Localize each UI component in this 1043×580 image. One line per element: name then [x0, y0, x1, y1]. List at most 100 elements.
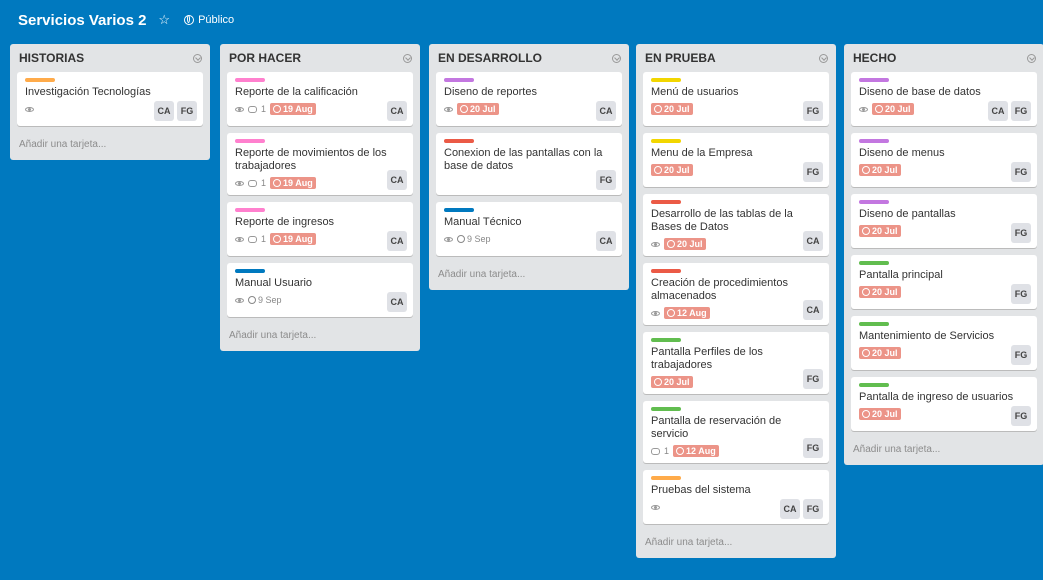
due-date-badge[interactable]: 20 Jul: [859, 286, 901, 298]
due-date-badge[interactable]: 20 Jul: [651, 164, 693, 176]
card[interactable]: Pantalla de ingreso de usuarios 20 Jul FG: [851, 377, 1037, 431]
card[interactable]: Pantalla de reservación de servicio 1 12 A…: [643, 401, 829, 463]
card[interactable]: Reporte de ingresos 1 19 Aug CA: [227, 202, 413, 256]
due-date-badge[interactable]: 12 Aug: [673, 445, 719, 457]
add-card-button[interactable]: Añadir una tarjeta...: [17, 133, 203, 154]
eye-icon: [651, 241, 660, 247]
eye-icon: [444, 236, 453, 242]
due-date-badge[interactable]: 20 Jul: [457, 103, 499, 115]
due-date-badge[interactable]: 20 Jul: [651, 376, 693, 388]
avatar[interactable]: CA: [780, 499, 800, 519]
card-badges: 20 Jul: [651, 375, 821, 389]
pink-label: [235, 139, 265, 143]
list-menu-icon[interactable]: [819, 53, 828, 63]
list-title[interactable]: POR HACER: [227, 51, 301, 65]
avatar[interactable]: FG: [1011, 162, 1031, 182]
avatar[interactable]: CA: [387, 170, 407, 190]
avatar[interactable]: FG: [1011, 345, 1031, 365]
add-card-button[interactable]: Añadir una tarjeta...: [643, 531, 829, 552]
avatar[interactable]: FG: [1011, 284, 1031, 304]
card[interactable]: Diseno de reportes 20 Jul CA: [436, 72, 622, 126]
due-date-badge[interactable]: 20 Jul: [872, 103, 914, 115]
list-menu-icon[interactable]: [1027, 53, 1036, 63]
list-menu-icon[interactable]: [193, 53, 202, 63]
add-card-button[interactable]: Añadir una tarjeta...: [227, 324, 413, 345]
purple-label: [444, 78, 474, 82]
avatar[interactable]: CA: [596, 231, 616, 251]
card-members: FG: [1011, 284, 1031, 304]
avatar[interactable]: FG: [1011, 406, 1031, 426]
avatar[interactable]: FG: [177, 101, 197, 121]
avatar[interactable]: FG: [803, 162, 823, 182]
list-title[interactable]: HISTORIAS: [17, 51, 84, 65]
add-card-button[interactable]: Añadir una tarjeta...: [851, 438, 1037, 459]
card-title: Manual Usuario: [235, 277, 313, 289]
card[interactable]: Investigación Tecnologías CA FG: [17, 72, 203, 126]
avatar[interactable]: CA: [387, 231, 407, 251]
avatar[interactable]: CA: [387, 292, 407, 312]
avatar[interactable]: CA: [387, 101, 407, 121]
due-date-badge[interactable]: 19 Aug: [270, 177, 316, 189]
list-title[interactable]: EN DESARROLLO: [436, 51, 542, 65]
card[interactable]: Creación de procedimientos almacenados 12…: [643, 263, 829, 325]
due-date-badge[interactable]: 20 Jul: [664, 238, 706, 250]
avatar[interactable]: FG: [803, 101, 823, 121]
avatar[interactable]: FG: [803, 499, 823, 519]
clock-icon: [654, 105, 662, 113]
card[interactable]: Pruebas del sistema CA FG: [643, 470, 829, 524]
board-title[interactable]: Servicios Varios 2: [18, 12, 146, 29]
card[interactable]: Pantalla Perfiles de los trabajadores 20 …: [643, 332, 829, 394]
due-date-text: 20 Jul: [664, 165, 690, 175]
avatar[interactable]: FG: [803, 369, 823, 389]
purple-label: [859, 78, 889, 82]
card-title: Conexion de las pantallas con la base de…: [444, 147, 603, 172]
avatar[interactable]: FG: [1011, 223, 1031, 243]
comment-icon: [248, 179, 257, 187]
card[interactable]: Diseno de pantallas 20 Jul FG: [851, 194, 1037, 248]
due-date-badge[interactable]: 20 Jul: [859, 347, 901, 359]
due-date-badge[interactable]: 12 Aug: [664, 307, 710, 319]
card[interactable]: Pantalla principal 20 Jul FG: [851, 255, 1037, 309]
avatar[interactable]: CA: [154, 101, 174, 121]
add-card-button[interactable]: Añadir una tarjeta...: [436, 263, 622, 284]
card[interactable]: Reporte de la calificación 1 19 Aug CA: [227, 72, 413, 126]
card[interactable]: Manual Usuario 9 Sep CA: [227, 263, 413, 317]
card[interactable]: Diseno de base de datos 20 Jul CA FG: [851, 72, 1037, 126]
due-date-text: 19 Aug: [283, 178, 313, 188]
avatar[interactable]: CA: [596, 101, 616, 121]
eye-icon: [25, 106, 34, 112]
clock-icon: [654, 378, 662, 386]
card-title: Pruebas del sistema: [651, 484, 751, 496]
list-menu-icon[interactable]: [612, 53, 621, 63]
card[interactable]: Menu de la Empresa 20 Jul FG: [643, 133, 829, 187]
avatar[interactable]: CA: [803, 231, 823, 251]
avatar[interactable]: FG: [596, 170, 616, 190]
avatar[interactable]: FG: [803, 438, 823, 458]
card[interactable]: Desarrollo de las tablas de la Bases de …: [643, 194, 829, 256]
due-date-text: 20 Jul: [872, 226, 898, 236]
due-date-badge[interactable]: 9 Sep: [457, 234, 491, 244]
card-badges: 12 Aug: [651, 306, 821, 320]
card[interactable]: Reporte de movimientos de los trabajador…: [227, 133, 413, 195]
list-title[interactable]: EN PRUEBA: [643, 51, 716, 65]
avatar[interactable]: FG: [1011, 101, 1031, 121]
list-title[interactable]: HECHO: [851, 51, 896, 65]
card[interactable]: Manual Técnico 9 Sep CA: [436, 202, 622, 256]
avatar[interactable]: CA: [988, 101, 1008, 121]
visibility-button[interactable]: Público: [184, 14, 234, 26]
card[interactable]: Conexion de las pantallas con la base de…: [436, 133, 622, 195]
list-menu-icon[interactable]: [403, 53, 412, 63]
card[interactable]: Diseno de menus 20 Jul FG: [851, 133, 1037, 187]
due-date-badge[interactable]: 20 Jul: [859, 164, 901, 176]
due-date-badge[interactable]: 20 Jul: [859, 225, 901, 237]
due-date-badge[interactable]: 20 Jul: [859, 408, 901, 420]
avatar[interactable]: CA: [803, 300, 823, 320]
due-date-badge[interactable]: 19 Aug: [270, 233, 316, 245]
due-date-badge[interactable]: 20 Jul: [651, 103, 693, 115]
due-date-badge[interactable]: 19 Aug: [270, 103, 316, 115]
clock-icon: [862, 166, 870, 174]
due-date-badge[interactable]: 9 Sep: [248, 295, 282, 305]
card[interactable]: Menú de usuarios 20 Jul FG: [643, 72, 829, 126]
card[interactable]: Mantenimiento de Servicios 20 Jul FG: [851, 316, 1037, 370]
star-icon[interactable]: ☆: [158, 12, 170, 28]
